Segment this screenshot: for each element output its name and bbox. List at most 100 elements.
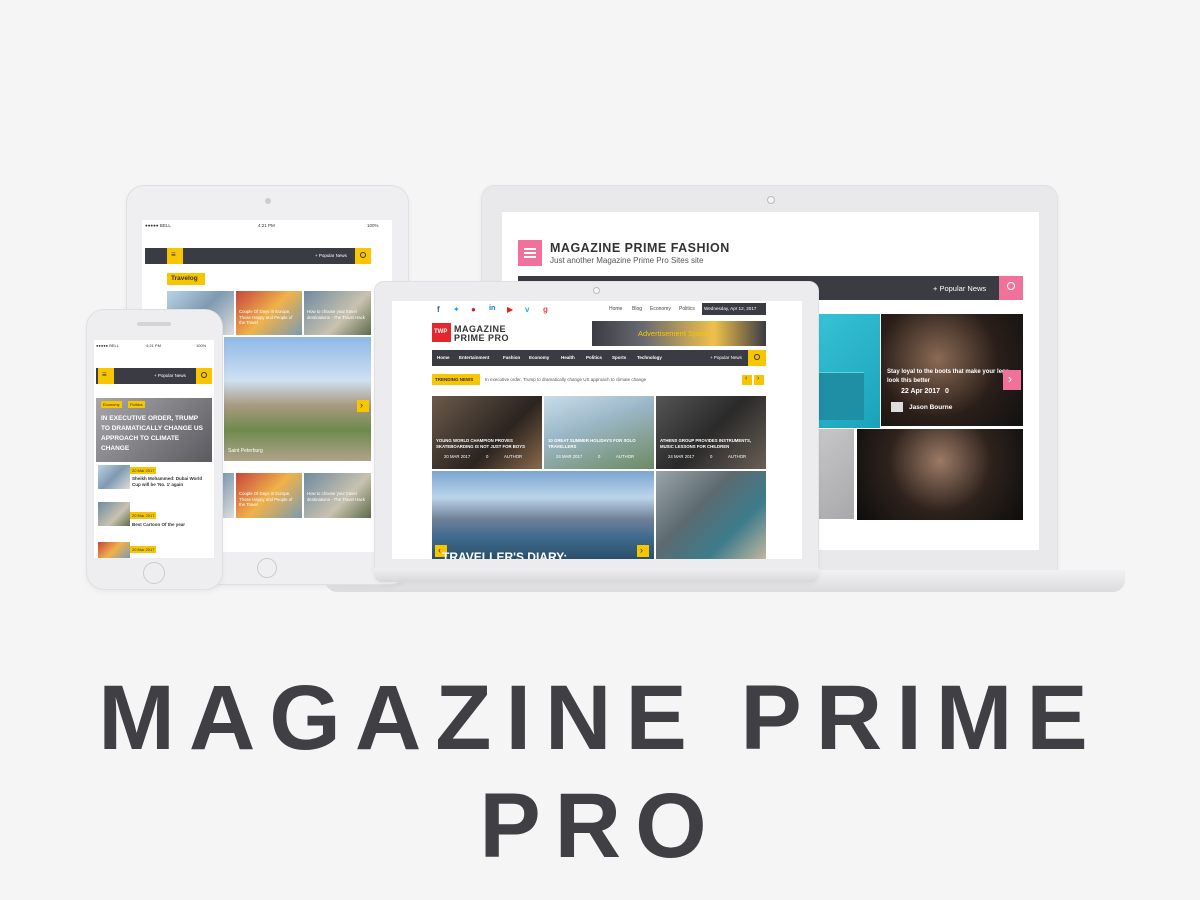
- top-link-blog[interactable]: Blog: [632, 306, 642, 312]
- tablet-carrier: ●●●●● BELL: [145, 223, 171, 228]
- phone-item-1-title[interactable]: Sheikh Mohammed: Dubai World Cup will be…: [132, 476, 210, 488]
- logo-badge-text: TWP: [434, 329, 448, 335]
- news-card-2-title[interactable]: 10 GREAT SUMMER HOLIDAYS FOR SOLO TRAVEL…: [548, 438, 650, 449]
- phone-menu-button[interactable]: ≡: [98, 368, 114, 384]
- nav-economy[interactable]: Economy: [529, 355, 549, 360]
- vimeo-icon[interactable]: v: [525, 305, 529, 314]
- tablet-battery: 100%: [367, 223, 379, 228]
- facebook-icon[interactable]: f: [437, 305, 440, 314]
- phone-headline[interactable]: IN EXECUTIVE ORDER, TRUMP TO DRAMATICALL…: [101, 414, 206, 454]
- popular-news-link[interactable]: + Popular News: [933, 284, 986, 293]
- tablet-search-button[interactable]: [355, 248, 371, 264]
- nav-sports[interactable]: Sports: [612, 355, 626, 360]
- advertisement-banner[interactable]: Advertisement Space: [592, 321, 766, 346]
- big-feature-caption[interactable]: TRAVELLER'S DIARY:: [442, 550, 567, 559]
- tablet-thumb-5[interactable]: Couple Of Days In Europe, Those Happy an…: [236, 473, 302, 518]
- news-card-3[interactable]: ATHENS GROUP PROVIDES INSTRUMENTS, MUSIC…: [656, 396, 766, 469]
- pinterest-icon[interactable]: ●: [471, 305, 476, 314]
- featured-teal-image[interactable]: [818, 314, 880, 428]
- news-card-1-title[interactable]: YOUNG WORLD CHAMPION PROVES SKATEBOARDIN…: [436, 438, 538, 449]
- phone-item-2-title[interactable]: Best Cartoon Of the year: [132, 522, 210, 527]
- twitter-icon[interactable]: ✦: [453, 305, 460, 314]
- phone-popular-news[interactable]: + Popular News: [154, 373, 186, 378]
- search-button[interactable]: [999, 276, 1023, 300]
- top-link-home[interactable]: Home: [609, 306, 622, 312]
- nav-fashion[interactable]: Fashion: [503, 355, 520, 360]
- phone-home-button[interactable]: [143, 562, 165, 584]
- side-feature-image[interactable]: [656, 471, 766, 559]
- tablet-menu-button[interactable]: ≡: [167, 248, 183, 264]
- tablet-thumb-6[interactable]: How to choose your travel destinations -…: [304, 473, 371, 518]
- nav-home[interactable]: Home: [437, 355, 450, 360]
- section-label-travelog: Travelog: [167, 273, 205, 285]
- title-line-1: MAGAZINE PRIME: [98, 667, 1102, 769]
- featured-caption[interactable]: Stay loyal to the boots that make your l…: [887, 368, 1019, 386]
- top-link-economy[interactable]: Economy: [650, 306, 671, 312]
- featured-date: 22 Apr 2017: [901, 388, 941, 395]
- nav-health[interactable]: Health: [561, 355, 575, 360]
- phone-nav-bar: ≡ + Popular News: [96, 368, 212, 384]
- trending-label: TRENDING NEWS: [432, 374, 480, 385]
- title-line-2: PRO: [479, 775, 721, 877]
- chevron-left-icon: ‹: [745, 375, 748, 382]
- search-icon: [201, 372, 207, 378]
- menu-button[interactable]: [518, 240, 542, 266]
- news-card-1-date: 20 MAR 2017: [444, 454, 471, 459]
- news-card-3-title[interactable]: ATHENS GROUP PROVIDES INSTRUMENTS, MUSIC…: [660, 438, 762, 449]
- tablet-item-2-title[interactable]: How to choose your travel destinations -…: [307, 309, 367, 320]
- trending-prev[interactable]: ‹: [742, 375, 752, 385]
- news-card-1[interactable]: YOUNG WORLD CHAMPION PROVES SKATEBOARDIN…: [432, 396, 542, 469]
- search-icon: [360, 252, 366, 258]
- news-card-2-comments: 0: [598, 454, 601, 459]
- site-tagline: Just another Magazine Prime Pro Sites si…: [550, 256, 704, 265]
- news-card-2[interactable]: 10 GREAT SUMMER HOLIDAYS FOR SOLO TRAVEL…: [544, 396, 654, 469]
- phone-carrier: ●●●●● BELL: [96, 343, 119, 348]
- trending-next[interactable]: ›: [754, 375, 764, 385]
- chevron-right-icon: ›: [360, 400, 363, 410]
- tablet-item-3-title[interactable]: Couple Of Days In Europe, Those Happy an…: [239, 491, 299, 508]
- phone-item-3-thumb[interactable]: [98, 542, 130, 558]
- trending-text[interactable]: In executive order, Trump to dramaticall…: [485, 377, 646, 382]
- tablet-city-caption[interactable]: Saint Peterburg: [228, 448, 263, 454]
- laptop-popular-news[interactable]: + Popular News: [710, 355, 742, 360]
- tablet-home-button[interactable]: [257, 558, 277, 578]
- header-date: Wednesday, Apr 12, 2017: [702, 303, 766, 315]
- top-link-politics[interactable]: Politics: [679, 306, 695, 312]
- phone-headline-card[interactable]: Economy Politics IN EXECUTIVE ORDER, TRU…: [96, 398, 212, 462]
- google-plus-icon[interactable]: g: [543, 305, 548, 314]
- phone-item-2-thumb[interactable]: [98, 502, 130, 526]
- tablet-thumb-3[interactable]: How to choose your travel destinations -…: [304, 291, 371, 335]
- phone-search-button[interactable]: [196, 368, 212, 384]
- camera-dot: [767, 196, 775, 204]
- nav-entertainment[interactable]: Entertainment: [459, 355, 489, 360]
- tablet-item-1-title[interactable]: Couple Of Days In Europe, Those Happy an…: [239, 309, 299, 326]
- news-card-2-date: 24 MAR 2017: [556, 454, 583, 459]
- tablet-item-4-title[interactable]: How to choose your travel destinations -…: [307, 491, 367, 502]
- advertisement-text: Advertisement Space: [638, 329, 710, 338]
- laptop-search-button[interactable]: [748, 350, 766, 366]
- slider-next-button[interactable]: ›: [1003, 370, 1021, 390]
- news-card-3-comments: 0: [710, 454, 713, 459]
- nav-technology[interactable]: Technology: [637, 355, 662, 360]
- site-title[interactable]: MAGAZINE PRIME FASHION: [550, 241, 730, 255]
- logo-line-2[interactable]: PRIME PRO: [454, 333, 509, 343]
- logo-badge[interactable]: TWP: [432, 323, 451, 342]
- laptop-chin: [374, 568, 819, 582]
- big-slider-next[interactable]: ›: [637, 545, 649, 557]
- tablet-slider-next[interactable]: ›: [357, 400, 369, 412]
- featured-post-image[interactable]: Stay loyal to the boots that make your l…: [881, 314, 1023, 426]
- woman-portrait-image[interactable]: [857, 429, 1023, 520]
- tablet-city-image[interactable]: Saint Peterburg ›: [224, 337, 371, 461]
- big-feature-image[interactable]: ‹ › TRAVELLER'S DIARY:: [432, 471, 654, 559]
- phone-tag-politics[interactable]: Politics: [128, 401, 145, 408]
- menu-icon: [524, 248, 536, 258]
- phone-item-1-thumb[interactable]: [98, 465, 130, 489]
- linkedin-icon[interactable]: in: [489, 305, 495, 312]
- grey-card-image[interactable]: [818, 429, 854, 519]
- youtube-icon[interactable]: ▶: [507, 305, 513, 314]
- phone-tag-economy[interactable]: Economy: [101, 401, 122, 408]
- nav-politics[interactable]: Politics: [586, 355, 602, 360]
- tablet-thumb-2[interactable]: Couple Of Days In Europe, Those Happy an…: [236, 291, 302, 335]
- search-icon: [1007, 282, 1015, 290]
- tablet-popular-news[interactable]: + Popular News: [315, 253, 347, 258]
